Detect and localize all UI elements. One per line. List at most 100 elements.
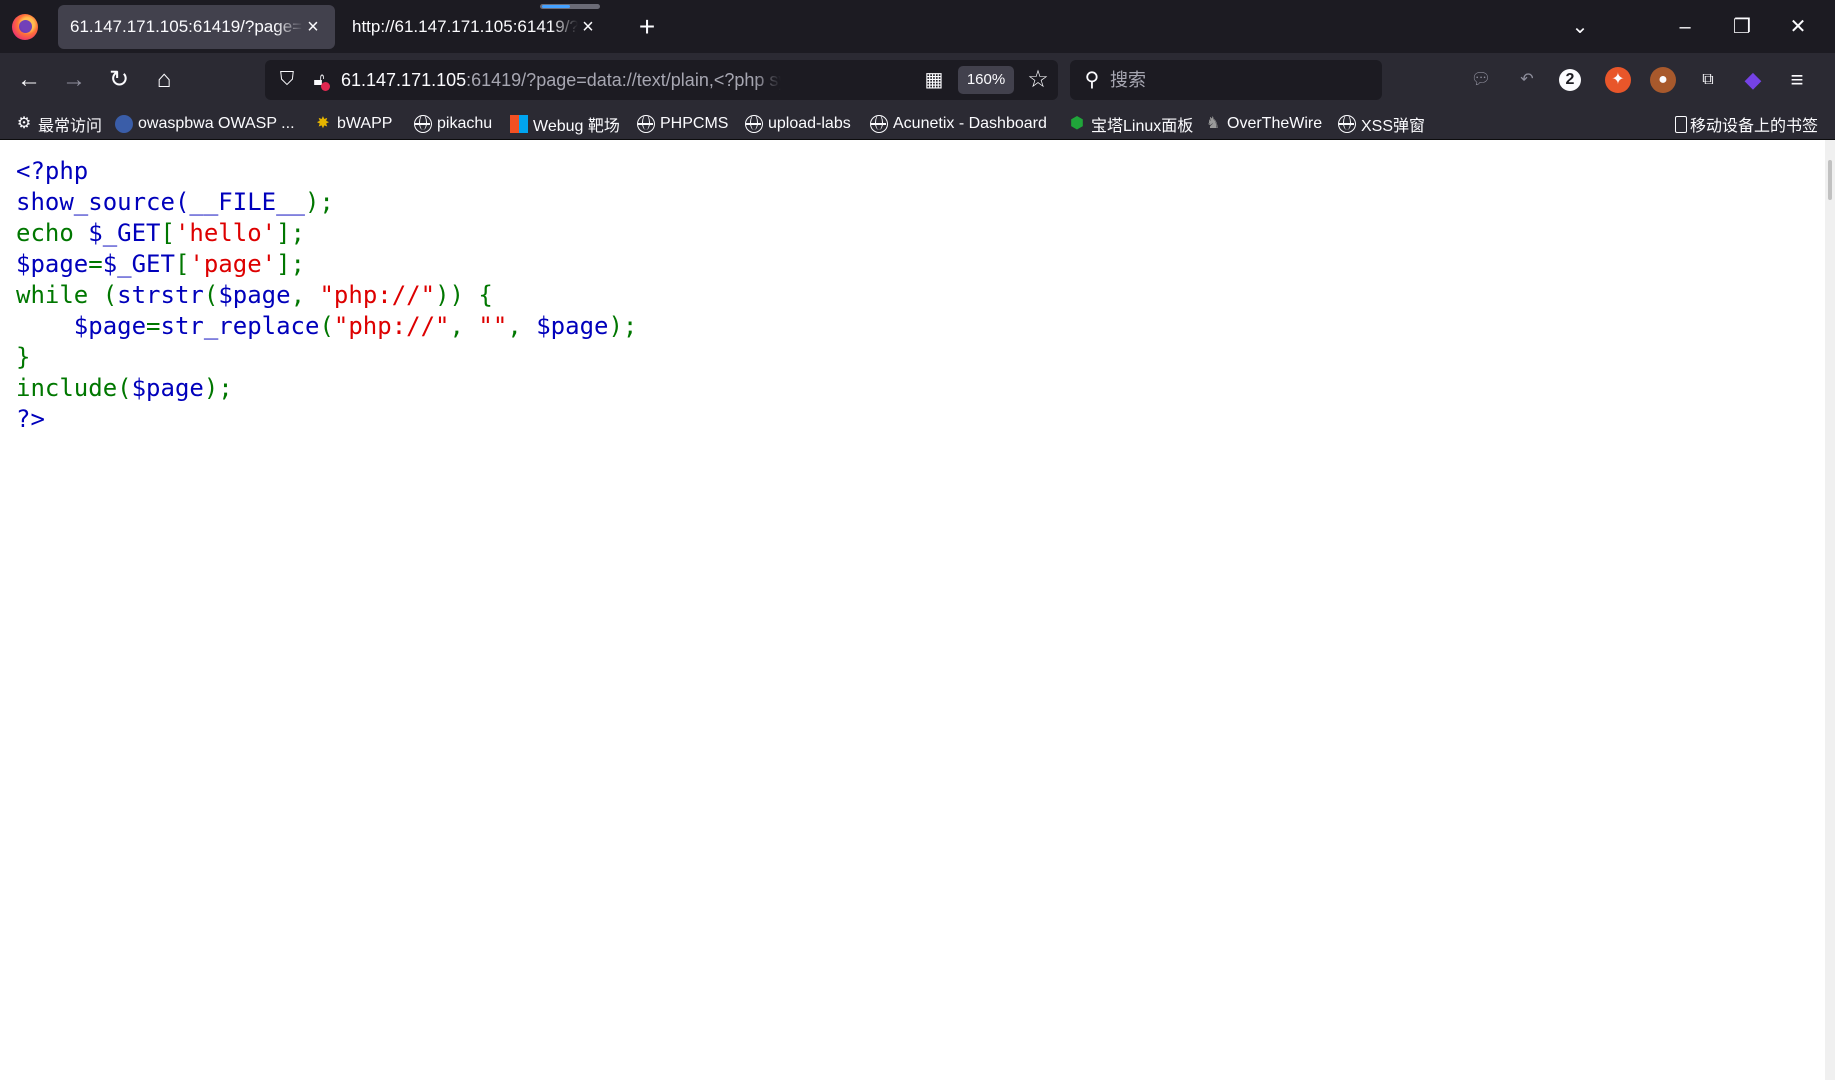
- search-placeholder: 搜索: [1110, 70, 1146, 90]
- bookmark-label: bWAPP: [337, 115, 393, 132]
- code-token: =: [88, 250, 103, 278]
- tab-close-icon[interactable]: ×: [303, 16, 323, 39]
- code-token: 'hello': [174, 219, 277, 247]
- code-token: <?php: [16, 157, 89, 185]
- bookmark-label: owaspbwa OWASP ...: [138, 115, 295, 132]
- menu-hamburger-icon[interactable]: ≡: [1784, 67, 1810, 93]
- insecure-lock-icon[interactable]: 🔓︎: [307, 68, 331, 92]
- extensions-puzzle-icon[interactable]: ⧉: [1695, 67, 1721, 93]
- bookmark-pikachu[interactable]: pikachu: [414, 113, 492, 135]
- webug-icon: [510, 115, 528, 133]
- bookmark-label: upload-labs: [768, 115, 851, 132]
- bookmark-label: OverTheWire: [1227, 115, 1323, 132]
- reload-button[interactable]: ↻: [102, 63, 136, 97]
- forward-button[interactable]: →: [57, 63, 91, 97]
- code-token: }: [16, 343, 31, 371]
- code-token: $page: [131, 374, 204, 402]
- bookmark-label: 最常访问: [38, 118, 103, 135]
- code-token: ];: [276, 219, 306, 247]
- code-token: $page: [218, 281, 291, 309]
- bookmark-label: 移动设备上的书签: [1690, 118, 1819, 135]
- bookmark-most-visited[interactable]: ⚙ 最常访问: [15, 113, 102, 135]
- restore-button[interactable]: ❐: [1722, 10, 1762, 44]
- cookie-extension-icon[interactable]: ●: [1650, 67, 1676, 93]
- tab-title: http://61.147.171.105:61419/?page=data:/…: [352, 17, 578, 36]
- nav-bar: ← → ↻ ⌂ ⛉ 🔓︎ 61.147.171.105:61419/?page=…: [0, 53, 1835, 107]
- chat-bubble-icon[interactable]: 💬︎: [1468, 67, 1494, 93]
- minimize-button[interactable]: –: [1665, 10, 1705, 44]
- code-token: )) {: [435, 281, 493, 309]
- code-token: );: [203, 374, 233, 402]
- bookmark-label: XSS弹窗: [1361, 118, 1426, 135]
- bookmark-label: Webug 靶场: [533, 118, 620, 135]
- search-bar[interactable]: ⚲ 搜索: [1070, 60, 1382, 100]
- code-token: );: [608, 312, 638, 340]
- globe-icon: [1338, 115, 1356, 133]
- code-token: =: [146, 312, 161, 340]
- tab-active[interactable]: 61.147.171.105:61419/?page=data://text/p…: [58, 5, 335, 49]
- code-token: echo: [16, 219, 89, 247]
- php-source-code: <?php show_source(__FILE__); echo $_GET[…: [16, 156, 637, 435]
- firefox-logo-icon[interactable]: [12, 14, 38, 40]
- bookmark-star-icon[interactable]: ☆: [1025, 67, 1051, 93]
- undo-icon[interactable]: ↶: [1514, 67, 1540, 93]
- browser-chrome: 61.147.171.105:61419/?page=data://text/p…: [0, 0, 1835, 140]
- bookmarks-toolbar: ⚙ 最常访问 owaspbwa OWASP ... ✸ bWAPP pikachu …: [0, 107, 1835, 140]
- code-token: ,: [507, 312, 537, 340]
- back-button[interactable]: ←: [12, 63, 46, 97]
- bookmark-label: 宝塔Linux面板: [1091, 118, 1194, 135]
- close-window-button[interactable]: ✕: [1778, 10, 1818, 44]
- code-token: str_replace: [160, 312, 320, 340]
- code-token: (: [319, 312, 334, 340]
- code-token: (: [203, 281, 219, 309]
- url-path: :61419/?page=data://text/plain,<?php sys…: [466, 70, 781, 90]
- code-token: strstr: [117, 281, 204, 309]
- bookmark-label: pikachu: [437, 115, 493, 132]
- bookmark-phpcms[interactable]: PHPCMS: [637, 113, 728, 135]
- scrollbar-thumb[interactable]: [1828, 160, 1832, 200]
- url-input[interactable]: 61.147.171.105:61419/?page=data://text/p…: [341, 68, 781, 92]
- bookmark-label: PHPCMS: [660, 115, 729, 132]
- code-token: "php://": [319, 281, 436, 309]
- new-tab-button[interactable]: +: [632, 12, 662, 42]
- globe-icon: [870, 115, 888, 133]
- code-token: while (: [16, 281, 118, 309]
- owasp-icon: [115, 115, 133, 133]
- qr-code-icon[interactable]: ▦: [923, 69, 945, 91]
- code-token: __FILE__: [189, 188, 305, 216]
- bookmark-xss[interactable]: XSS弹窗: [1338, 113, 1425, 135]
- zoom-level-button[interactable]: 160%: [958, 66, 1014, 94]
- mobile-icon: [1675, 115, 1687, 133]
- search-icon: ⚲: [1084, 69, 1100, 91]
- overthewire-icon: ♞: [1205, 115, 1221, 132]
- url-host: 61.147.171.105: [341, 70, 467, 90]
- code-token: $_GET: [102, 250, 175, 278]
- extension-badge-icon[interactable]: 2: [1559, 69, 1581, 91]
- globe-icon: [637, 115, 655, 133]
- code-token: include(: [16, 374, 132, 402]
- code-token: );: [304, 188, 334, 216]
- tab-list-chevron-down-icon[interactable]: ⌄: [1560, 10, 1600, 44]
- page-content: <?php show_source(__FILE__); echo $_GET[…: [0, 140, 1835, 1080]
- tab-close-icon[interactable]: ×: [578, 16, 598, 39]
- bookmark-bwapp[interactable]: ✸ bWAPP: [314, 113, 392, 135]
- code-token: "": [478, 312, 508, 340]
- tracking-shield-icon[interactable]: ⛉: [275, 68, 299, 92]
- home-button[interactable]: ⌂: [147, 63, 181, 97]
- hackbar-extension-icon[interactable]: ✦: [1605, 67, 1631, 93]
- bookmark-upload-labs[interactable]: upload-labs: [745, 113, 851, 135]
- tab-inactive[interactable]: http://61.147.171.105:61419/?page=data:/…: [340, 5, 610, 49]
- bookmark-baota[interactable]: ⬢ 宝塔Linux面板: [1068, 113, 1193, 135]
- bookmark-webug[interactable]: Webug 靶场: [510, 113, 620, 135]
- bookmark-mobile[interactable]: 移动设备上的书签: [1675, 113, 1818, 135]
- bookmark-acunetix[interactable]: Acunetix - Dashboard: [870, 113, 1047, 135]
- globe-icon: [414, 115, 432, 133]
- bee-icon: ✸: [316, 115, 330, 132]
- bookmark-overthewire[interactable]: ♞ OverTheWire: [1204, 113, 1322, 135]
- tab-strip: 61.147.171.105:61419/?page=data://text/p…: [0, 0, 1835, 53]
- code-token: $page: [16, 250, 89, 278]
- url-bar[interactable]: ⛉ 🔓︎ 61.147.171.105:61419/?page=data://t…: [265, 60, 1058, 100]
- vertical-scrollbar[interactable]: [1825, 140, 1835, 1080]
- wappalyzer-extension-icon[interactable]: ◆: [1740, 67, 1766, 93]
- bookmark-owaspbwa[interactable]: owaspbwa OWASP ...: [115, 113, 295, 135]
